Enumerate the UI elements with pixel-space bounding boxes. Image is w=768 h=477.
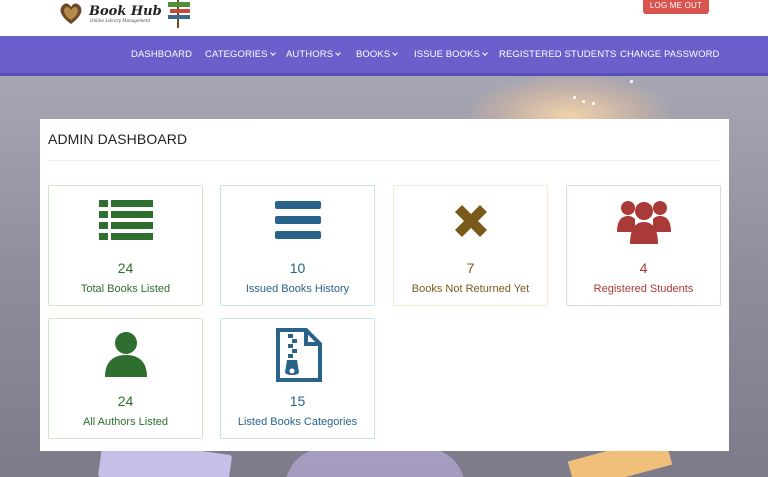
users-icon	[616, 198, 672, 244]
nav-label: BOOKS	[356, 49, 391, 60]
logout-button[interactable]: LOG ME OUT	[643, 0, 709, 14]
card-count: 10	[289, 260, 306, 276]
card-total-books[interactable]: 24 Total Books Listed	[48, 185, 203, 306]
nav-label: CATEGORIES	[205, 49, 268, 60]
sparkle-decoration	[592, 102, 595, 105]
card-count: 15	[289, 393, 306, 409]
card-label: Books Not Returned Yet	[411, 283, 530, 295]
site-logo[interactable]: Book Hub Online Library Management	[58, 0, 194, 28]
zip-file-icon	[270, 328, 326, 382]
card-count: 4	[639, 260, 648, 276]
list-icon	[98, 198, 154, 244]
chevron-down-icon	[392, 50, 399, 56]
sparkle-decoration	[630, 80, 633, 83]
nav-label: REGISTERED STUDENTS	[499, 49, 617, 60]
chevron-down-icon	[482, 50, 488, 56]
card-not-returned[interactable]: 7 Books Not Returned Yet	[393, 185, 548, 306]
card-label: Listed Books Categories	[237, 416, 358, 428]
x-icon	[443, 198, 499, 244]
nav-authors[interactable]: AUTHORS	[286, 49, 341, 60]
sparkle-decoration	[573, 96, 576, 99]
card-count: 7	[466, 260, 475, 276]
user-icon	[98, 331, 154, 377]
card-count: 24	[117, 393, 134, 409]
admin-dashboard-panel: ADMIN DASHBOARD 24 Total Books Listed 10…	[40, 119, 729, 451]
nav-label: CHANGE PASSWORD	[620, 49, 720, 60]
nav-registered-students[interactable]: REGISTERED STUDENTS	[499, 49, 617, 60]
nav-issue-books[interactable]: ISSUE BOOKS	[414, 49, 488, 60]
logo-graphic: Book Hub Online Library Management	[60, 0, 190, 28]
card-categories[interactable]: 15 Listed Books Categories	[220, 318, 375, 439]
card-label: Issued Books History	[245, 283, 350, 295]
svg-text:Online Library Management: Online Library Management	[90, 18, 151, 23]
nav-label: ISSUE BOOKS	[414, 49, 481, 60]
nav-change-password[interactable]: CHANGE PASSWORD	[620, 49, 720, 60]
nav-categories[interactable]: CATEGORIES	[205, 49, 276, 60]
card-label: Total Books Listed	[80, 283, 171, 295]
chevron-down-icon	[335, 50, 341, 56]
card-issued-books[interactable]: 10 Issued Books History	[220, 185, 375, 306]
card-registered-students[interactable]: 4 Registered Students	[566, 185, 721, 306]
page-title: ADMIN DASHBOARD	[48, 131, 188, 147]
main-navbar: DASHBOARD CATEGORIES AUTHORS BOOKS ISSUE…	[0, 36, 768, 76]
card-label: All Authors Listed	[83, 416, 168, 428]
nav-dashboard[interactable]: DASHBOARD	[131, 49, 192, 60]
chevron-down-icon	[269, 50, 276, 56]
svg-text:Book Hub: Book Hub	[88, 4, 162, 19]
bars-icon	[270, 198, 326, 244]
nav-label: DASHBOARD	[131, 49, 193, 60]
divider	[48, 160, 720, 161]
sparkle-decoration	[582, 100, 585, 103]
top-header: Book Hub Online Library Management LOG M…	[0, 0, 768, 36]
card-count: 24	[117, 260, 134, 276]
background-person-image	[285, 448, 465, 477]
nav-label: AUTHORS	[286, 49, 334, 60]
card-authors[interactable]: 24 All Authors Listed	[48, 318, 203, 439]
nav-books[interactable]: BOOKS	[356, 49, 399, 60]
card-label: Registered Students	[593, 283, 694, 295]
